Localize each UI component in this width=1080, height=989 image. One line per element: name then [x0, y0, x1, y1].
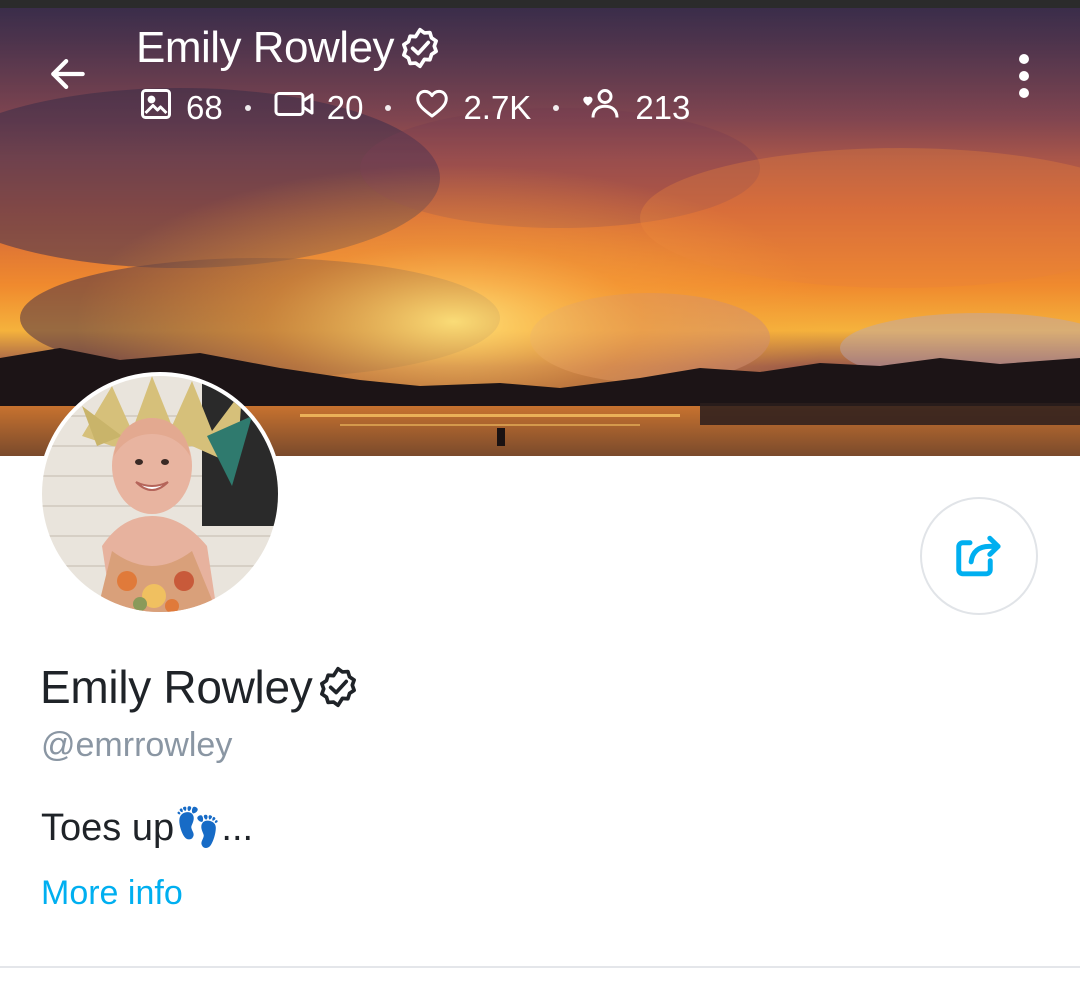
avatar-portrait — [42, 376, 278, 612]
stat-videos[interactable]: 20 — [273, 86, 364, 130]
back-button[interactable] — [40, 48, 96, 104]
more-options-button[interactable] — [1000, 48, 1048, 104]
share-icon — [952, 527, 1006, 586]
more-info-link[interactable]: More info — [41, 874, 183, 913]
profile-handle: @emrrowley — [41, 726, 233, 764]
profile-name-text: Emily Rowley — [40, 661, 313, 713]
section-divider — [0, 966, 1080, 968]
more-vertical-icon-dot — [1019, 54, 1029, 64]
image-icon — [138, 86, 186, 130]
header-title: Emily Rowley — [136, 20, 442, 76]
stat-separator — [244, 105, 251, 111]
profile-bio: Toes up👣... — [41, 807, 254, 849]
stat-separator — [385, 105, 392, 111]
fans-count: 213 — [635, 89, 691, 126]
heart-icon — [413, 86, 463, 130]
stat-fans[interactable]: 213 — [581, 86, 690, 130]
header-title-text: Emily Rowley — [136, 23, 395, 72]
photos-count: 68 — [186, 89, 223, 126]
more-vertical-icon-dot — [1019, 88, 1029, 98]
back-arrow-icon — [46, 52, 90, 101]
videos-count: 20 — [326, 89, 364, 126]
avatar[interactable] — [38, 372, 282, 616]
likes-count: 2.7K — [463, 89, 532, 126]
verified-icon — [316, 665, 360, 709]
stat-likes[interactable]: 2.7K — [413, 86, 531, 130]
more-vertical-icon-dot — [1019, 71, 1029, 81]
profile-stats: 68 20 2.7K 213 — [138, 86, 690, 130]
status-strip — [0, 0, 1080, 8]
share-button[interactable] — [920, 497, 1038, 615]
stat-photos[interactable]: 68 — [138, 86, 223, 130]
profile-name: Emily Rowley — [40, 656, 360, 718]
fans-icon — [581, 86, 635, 130]
video-icon — [273, 86, 327, 130]
verified-icon — [398, 26, 442, 70]
stat-separator — [553, 105, 560, 111]
